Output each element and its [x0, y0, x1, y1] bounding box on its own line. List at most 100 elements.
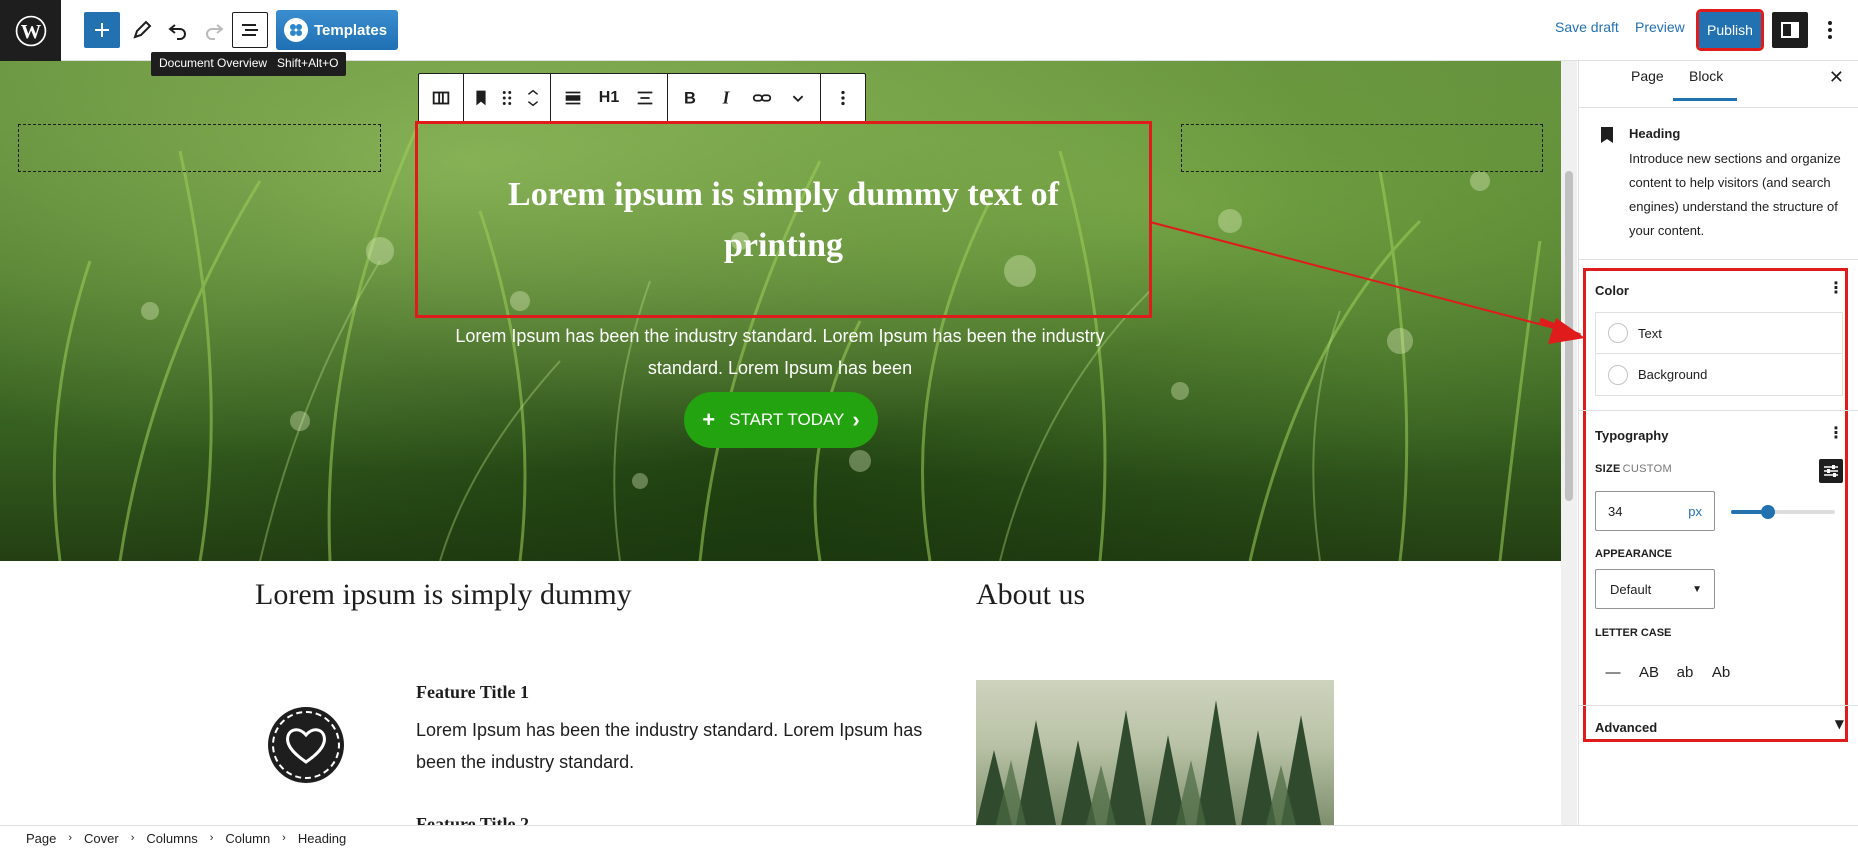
breadcrumb-column[interactable]: Column: [225, 831, 270, 846]
cover-heading[interactable]: Lorem ipsum is simply dummy text of prin…: [484, 169, 1084, 271]
svg-text:W: W: [20, 20, 41, 42]
breadcrumb-chevron-icon: ›: [282, 832, 286, 844]
redo-icon[interactable]: [196, 12, 232, 48]
document-overview-icon[interactable]: [232, 12, 268, 48]
feature1-title[interactable]: Feature Title 1: [416, 682, 529, 703]
block-breadcrumb: Page › Cover › Columns › Column › Heading: [0, 825, 1858, 850]
svg-text:I: I: [722, 88, 731, 108]
color-panel-title[interactable]: Color: [1595, 282, 1629, 300]
font-size-input[interactable]: 34 px: [1595, 491, 1715, 531]
tab-block[interactable]: Block: [1689, 68, 1723, 84]
templates-label: Templates: [314, 21, 388, 39]
block-options-kebab-icon[interactable]: [825, 74, 861, 122]
letter-case-none-button[interactable]: —: [1595, 655, 1631, 689]
undo-icon[interactable]: [160, 12, 196, 48]
column2-heading[interactable]: About us: [976, 578, 1085, 612]
wordpress-logo-icon[interactable]: W: [0, 0, 61, 61]
breadcrumb-page[interactable]: Page: [26, 831, 56, 846]
feature2-title[interactable]: Feature Title 2: [416, 814, 529, 825]
link-icon[interactable]: [744, 74, 780, 122]
start-today-label: START TODAY: [729, 410, 845, 429]
empty-column-placeholder-right[interactable]: [1181, 124, 1543, 172]
empty-column-placeholder-left[interactable]: [18, 124, 381, 172]
divider: [1579, 410, 1858, 411]
feature1-text[interactable]: Lorem Ipsum has been the industry standa…: [416, 714, 936, 778]
forest-image[interactable]: [976, 680, 1334, 825]
cover-block[interactable]: H1 B I Lorem ipsum is simply dummy text …: [0, 61, 1561, 561]
italic-icon[interactable]: I: [708, 74, 744, 122]
canvas-scrollbar[interactable]: [1561, 61, 1577, 825]
document-overview-tooltip: Document Overview Shift+Alt+O: [151, 52, 347, 76]
appearance-select[interactable]: Default ▼: [1595, 569, 1715, 609]
color-list: Text Background: [1595, 312, 1843, 396]
settings-sidebar-icon[interactable]: [1772, 12, 1808, 48]
size-mode-text: CUSTOM: [1622, 463, 1672, 475]
letter-case-capitalize-button[interactable]: Ab: [1703, 655, 1739, 689]
block-type-group: [464, 74, 551, 122]
appearance-label: APPEARANCE: [1595, 548, 1673, 560]
letter-case-lowercase-button[interactable]: ab: [1667, 655, 1703, 689]
start-today-button[interactable]: + START TODAY ›: [684, 392, 878, 448]
tooltip-shortcut: Shift+Alt+O: [277, 56, 339, 70]
color-options-kebab-icon[interactable]: ⋮: [1828, 278, 1844, 297]
active-tab-indicator: [1673, 98, 1737, 101]
cover-paragraph[interactable]: Lorem Ipsum has been the industry standa…: [440, 320, 1120, 384]
plus-icon: +: [702, 407, 716, 432]
breadcrumb-chevron-icon: ›: [68, 832, 73, 844]
scrollbar-thumb[interactable]: [1565, 171, 1573, 501]
color-item-text[interactable]: Text: [1596, 313, 1842, 354]
advanced-panel-title[interactable]: Advanced: [1595, 719, 1657, 737]
typography-options-kebab-icon[interactable]: ⋮: [1828, 423, 1844, 442]
typography-title-text: Typography: [1595, 428, 1669, 443]
breadcrumb-chevron-icon: ›: [130, 832, 135, 844]
divider: [1579, 705, 1858, 706]
heart-icon: [268, 707, 344, 783]
column1-heading[interactable]: Lorem ipsum is simply dummy: [255, 578, 632, 612]
align-wide-icon[interactable]: [555, 74, 591, 122]
block-toolbar: H1 B I: [418, 73, 866, 123]
tooltip-text: Document Overview: [159, 56, 268, 70]
heading-bookmark-icon: [1601, 127, 1613, 143]
options-kebab-icon[interactable]: [1818, 12, 1842, 48]
preview-button[interactable]: Preview: [1635, 19, 1685, 35]
block-card-title: Heading: [1629, 126, 1681, 141]
advanced-chevron-down-icon[interactable]: ▼: [1835, 717, 1844, 731]
letter-case-uppercase-button[interactable]: AB: [1631, 655, 1667, 689]
appearance-value: Default: [1610, 581, 1652, 597]
text-align-center-icon[interactable]: [627, 74, 663, 122]
advanced-title-text: Advanced: [1595, 720, 1658, 735]
font-size-label: SIZE CUSTOM: [1595, 463, 1672, 475]
save-draft-button[interactable]: Save draft: [1555, 19, 1619, 35]
block-inserter-button[interactable]: [84, 12, 120, 48]
breadcrumb-heading: Heading: [297, 830, 347, 846]
heading-bookmark-icon[interactable]: [468, 74, 494, 122]
options-group: [821, 74, 865, 122]
font-size-unit-select[interactable]: px: [1688, 504, 1702, 519]
parent-block-group: [419, 74, 464, 122]
format-group: B I: [668, 74, 821, 122]
selected-heading-block[interactable]: Lorem ipsum is simply dummy text of prin…: [415, 121, 1152, 318]
color-item-text-label: Text: [1638, 325, 1662, 341]
drag-handle-icon[interactable]: [494, 74, 520, 122]
templates-button[interactable]: Templates: [276, 10, 398, 50]
size-settings-toggle-icon[interactable]: [1819, 459, 1843, 483]
background-color-swatch-icon: [1608, 364, 1628, 385]
publish-button[interactable]: Publish: [1696, 9, 1764, 51]
move-up-down-icon[interactable]: [520, 74, 546, 122]
editor-canvas: H1 B I Lorem ipsum is simply dummy text …: [0, 61, 1561, 825]
more-formats-chevron-down-icon[interactable]: [780, 74, 816, 122]
tools-pencil-icon[interactable]: [124, 12, 160, 48]
breadcrumb-columns[interactable]: Columns: [146, 831, 197, 846]
settings-sidebar: Page Block ✕ Heading Introduce new secti…: [1578, 61, 1858, 825]
svg-text:B: B: [684, 90, 696, 108]
size-label-text: SIZE: [1595, 463, 1621, 475]
breadcrumb-cover[interactable]: Cover: [84, 831, 119, 846]
typography-panel-title[interactable]: Typography: [1595, 427, 1668, 445]
tab-page[interactable]: Page: [1631, 68, 1664, 84]
close-icon[interactable]: ✕: [1829, 67, 1844, 88]
heading-level-button[interactable]: H1: [591, 74, 627, 122]
font-size-slider-thumb[interactable]: [1761, 505, 1775, 519]
color-item-background[interactable]: Background: [1596, 354, 1842, 395]
select-parent-cover-icon[interactable]: [423, 74, 459, 122]
bold-icon[interactable]: B: [672, 74, 708, 122]
